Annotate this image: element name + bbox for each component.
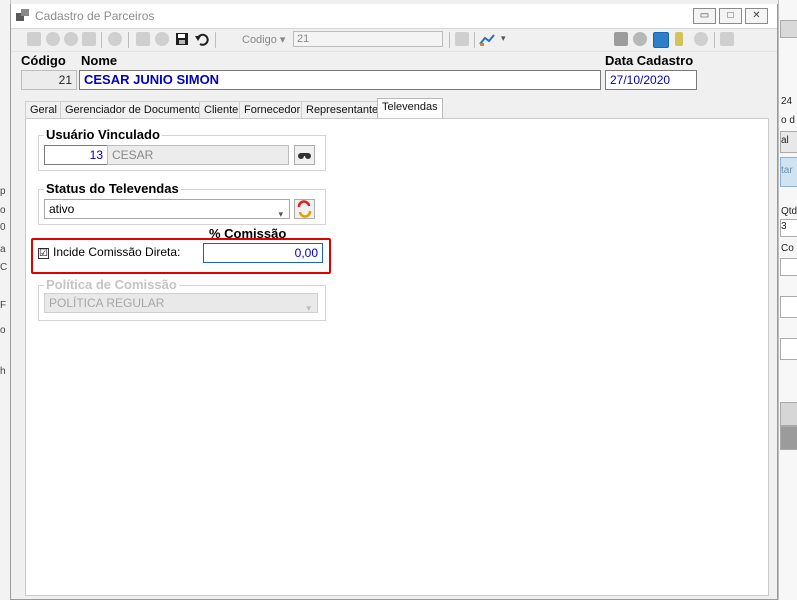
bg-text: p (0, 186, 6, 197)
filter-icon[interactable] (675, 32, 683, 46)
delete-icon[interactable] (155, 32, 169, 46)
last-icon[interactable] (82, 32, 96, 46)
app-icon (16, 9, 29, 21)
data-cadastro-field[interactable]: 27/10/2020 (605, 70, 697, 90)
bg-field (780, 296, 797, 318)
save-icon[interactable] (175, 32, 189, 46)
toolbar-codigo-input[interactable]: 21 (293, 31, 443, 47)
incide-comissao-label: Incide Comissão Direta: (53, 245, 181, 259)
refresh-icon[interactable] (653, 32, 669, 48)
status-select[interactable]: ativo ▾ (44, 199, 290, 219)
bg-field (780, 258, 797, 276)
toolbar-separator (474, 32, 475, 48)
bg-text: 0 (0, 222, 6, 233)
layout-icon[interactable] (720, 32, 734, 46)
window-title: Cadastro de Parceiros (35, 9, 155, 23)
usuario-name-field: CESAR (107, 145, 289, 165)
edit-icon[interactable] (136, 32, 150, 46)
chevron-down-icon: ▾ (278, 209, 283, 219)
nome-label: Nome (81, 53, 118, 68)
tab-fornecedor[interactable]: Fornecedor (239, 101, 306, 118)
bg-text: h (0, 366, 6, 377)
next-icon[interactable] (64, 32, 78, 46)
chart-dropdown-icon[interactable]: ▾ (501, 33, 506, 44)
close-button[interactable]: ✕ (745, 8, 768, 24)
bg-grid-row (780, 426, 797, 450)
incide-comissao-checkbox[interactable]: ☑ (38, 248, 49, 259)
bg-text: o d (781, 115, 795, 126)
bg-text: Co (781, 243, 794, 254)
toolbar: Codigo ▾ 21 ▾ (11, 29, 777, 52)
bg-text: Qtd (781, 206, 797, 217)
status-refresh-button[interactable] (294, 199, 315, 219)
tab-representante[interactable]: Representante (301, 101, 384, 118)
tab-televendas[interactable]: Televendas (377, 98, 443, 119)
usuario-vinculado-title: Usuário Vinculado (44, 127, 162, 142)
bg-text: F (0, 300, 7, 311)
chevron-down-icon: ▾ (306, 303, 311, 313)
undo-icon[interactable] (195, 32, 209, 46)
search-user-button[interactable] (294, 145, 315, 165)
status-televendas-title: Status do Televendas (44, 181, 181, 196)
toolbar-separator (101, 32, 102, 48)
grid-icon[interactable] (455, 32, 469, 46)
politica-comissao-title: Política de Comissão (44, 277, 179, 292)
toolbar-separator (215, 32, 216, 48)
binoculars-icon (298, 153, 311, 159)
codigo-label: Código (21, 53, 66, 68)
bg-text: o (0, 325, 6, 336)
bg-text: 3 (781, 221, 787, 232)
search-icon[interactable] (633, 32, 647, 46)
bg-text: tar (781, 165, 793, 176)
bg-field (780, 338, 797, 360)
codigo-field: 21 (21, 70, 77, 90)
background-window-right: 24 o d al tar Qtd 3 Co (778, 0, 797, 600)
tab-cliente[interactable]: Cliente (199, 101, 244, 118)
toolbar-separator (449, 32, 450, 48)
bg-grid-row (780, 402, 797, 426)
toolbar-codigo-label: Codigo ▾ (242, 34, 286, 46)
tab-gerenciador-documentos[interactable]: Gerenciador de Documentos (60, 101, 211, 118)
tab-geral[interactable]: Geral (25, 101, 62, 118)
bg-text: al (781, 135, 789, 146)
minimize-button[interactable]: ▭ (693, 8, 716, 24)
nome-field[interactable]: CESAR JUNIO SIMON (79, 70, 601, 90)
chart-icon[interactable] (479, 32, 499, 46)
televendas-panel: Usuário Vinculado 13 CESAR Status do Tel… (25, 118, 769, 596)
usuario-code-field[interactable]: 13 (44, 145, 108, 165)
print-icon[interactable] (614, 32, 628, 46)
comissao-field[interactable]: 0,00 (203, 243, 323, 263)
toolbar-separator (714, 32, 715, 48)
add-icon[interactable] (108, 32, 122, 46)
politica-select: POLÍTICA REGULAR ▾ (44, 293, 318, 313)
refresh-red-icon (297, 200, 312, 218)
maximize-button[interactable]: □ (719, 8, 742, 24)
cadastro-parceiros-window: Cadastro de Parceiros ▭ □ ✕ Codigo ▾ 21 … (10, 4, 778, 600)
prev-icon[interactable] (46, 32, 60, 46)
title-bar: Cadastro de Parceiros ▭ □ ✕ (11, 4, 777, 29)
toolbar-separator (128, 32, 129, 48)
bg-text: o (0, 205, 6, 216)
politica-select-value: POLÍTICA REGULAR (49, 296, 165, 310)
data-cadastro-label: Data Cadastro (605, 53, 694, 68)
bg-button (780, 20, 797, 38)
bg-text: a (0, 244, 6, 255)
user-icon[interactable] (694, 32, 708, 46)
status-select-value: ativo (49, 202, 75, 216)
bg-text: C (0, 262, 8, 273)
bg-text: 24 (781, 96, 793, 107)
first-icon[interactable] (27, 32, 41, 46)
